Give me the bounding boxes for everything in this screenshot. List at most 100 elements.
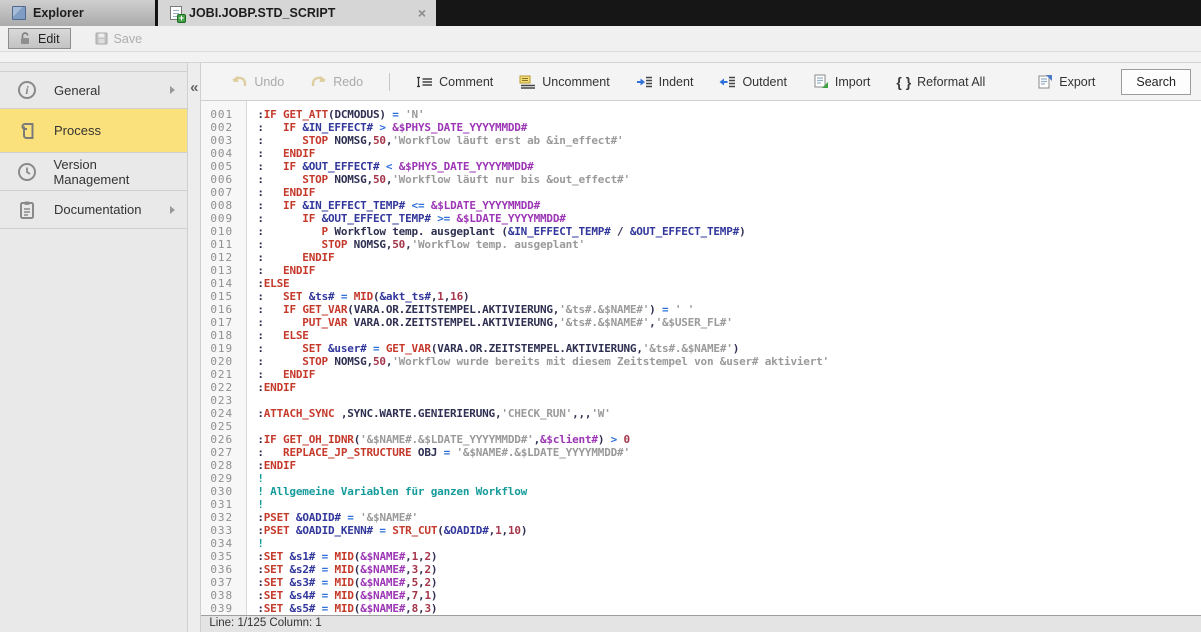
save-button[interactable]: Save — [85, 28, 153, 49]
toolbar-separator — [389, 72, 391, 91]
code-text: :SET &s3# = MID(&$NAME#,5,2) — [257, 576, 438, 589]
code-line[interactable]: 012 : ENDIF — [201, 251, 1201, 264]
code-line[interactable]: 013: ENDIF — [201, 264, 1201, 277]
code-text: :ENDIF — [257, 381, 296, 394]
info-icon: i — [16, 79, 38, 101]
code-text: : IF GET_VAR(VARA.OR.ZEITSTEMPEL.AKTIVIE… — [257, 303, 695, 316]
code-line[interactable]: 039 :SET &s5# = MID(&$NAME#,8,3) — [201, 602, 1201, 615]
comment-icon — [417, 76, 433, 87]
code-line[interactable]: 004: ENDIF — [201, 147, 1201, 160]
code-line[interactable]: 037:SET &s3# = MID(&$NAME#,5,2) — [201, 576, 1201, 589]
export-label: Export — [1059, 74, 1096, 89]
tab-explorer[interactable]: Explorer — [0, 0, 157, 26]
line-number: 019 — [210, 342, 234, 355]
uncomment-button[interactable]: Uncomment — [519, 75, 610, 89]
document-add-icon: + — [170, 6, 186, 23]
comment-label: Comment — [439, 74, 494, 89]
code-line[interactable]: 019: SET &user# = GET_VAR(VARA.OR.ZEITST… — [201, 342, 1201, 355]
line-number: 007 — [210, 186, 234, 199]
code-line[interactable]: 036:SET &s2# = MID(&$NAME#,3,2) — [201, 563, 1201, 576]
code-line[interactable]: 006: STOP NOMSG,50,'Workflow läuft nur b… — [201, 173, 1201, 186]
line-number: 015 — [210, 290, 234, 303]
code-line[interactable]: 032:PSET &OADID# = '&$NAME#' — [201, 511, 1201, 524]
import-icon — [814, 74, 828, 88]
code-text: :IF GET_OH_IDNR('&$NAME#.&$LDATE_YYYYMMD… — [257, 433, 630, 446]
line-number: 027 — [210, 446, 234, 459]
collapse-sidebar-icon[interactable]: « — [190, 79, 198, 96]
code-text: ! — [257, 472, 264, 485]
code-line[interactable]: 022 :ENDIF — [201, 381, 1201, 394]
code-line[interactable]: 038:SET &s4# = MID(&$NAME#,7,1) — [201, 589, 1201, 602]
code-line[interactable]: 034! — [201, 537, 1201, 550]
code-text: : IF &OUT_EFFECT_TEMP# >= &$LDATE_YYYYMM… — [257, 212, 566, 225]
indent-icon — [636, 76, 652, 87]
tab-script-label: JOBI.JOBP.STD_SCRIPT — [189, 6, 336, 20]
code-line[interactable]: 023 — [201, 394, 1201, 407]
code-line[interactable]: 033:PSET &OADID_KENN# = STR_CUT(&OADID#,… — [201, 524, 1201, 537]
code-line[interactable]: 024:ATTACH_SYNC ,SYNC.WARTE.GENIERIERUNG… — [201, 407, 1201, 420]
indent-label: Indent — [658, 74, 694, 89]
search-button[interactable]: Search — [1121, 68, 1191, 95]
code-line[interactable]: 007: ENDIF — [201, 186, 1201, 199]
code-text: :IF GET_ATT(DCMODUS) = 'N' — [257, 108, 425, 121]
code-line[interactable]: 030 ! Allgemeine Variablen für ganzen Wor… — [201, 485, 1201, 498]
code-text: :ATTACH_SYNC ,SYNC.WARTE.GENIERIERUNG,'C… — [257, 407, 611, 420]
code-line[interactable]: 028:ENDIF — [201, 459, 1201, 472]
code-text: : ENDIF — [257, 251, 335, 264]
outdent-button[interactable]: Outdent — [719, 75, 787, 89]
line-number: 036 — [210, 563, 234, 576]
code-line[interactable]: 015: SET &ts# = MID(&akt_ts#,1,16) — [201, 290, 1201, 303]
sidebar-item-general[interactable]: i General — [0, 71, 188, 109]
redo-button[interactable]: Redo — [310, 75, 363, 89]
tab-close-icon[interactable]: × — [418, 5, 426, 21]
line-number: 010 — [210, 225, 234, 238]
line-number: 035 — [210, 550, 234, 563]
code-line[interactable]: 025 — [201, 420, 1201, 433]
sidebar-item-process[interactable]: Process — [0, 109, 188, 153]
code-line[interactable]: 021: ENDIF — [201, 368, 1201, 381]
line-number: 029 — [210, 472, 234, 485]
reformat-all-button[interactable]: { } Reformat All — [896, 74, 985, 90]
code-line[interactable]: 020: STOP NOMSG,50,'Workflow wurde berei… — [201, 355, 1201, 368]
line-number: 012 — [210, 251, 234, 264]
code-line[interactable]: 029! — [201, 472, 1201, 485]
comment-button[interactable]: Comment — [416, 75, 493, 89]
import-button[interactable]: Import — [813, 74, 870, 89]
indent-button[interactable]: Indent — [636, 74, 694, 89]
code-text: :SET &s5# = MID(&$NAME#,8,3) — [257, 602, 438, 615]
tab-script[interactable]: + JOBI.JOBP.STD_SCRIPT × — [158, 0, 436, 26]
outdent-icon — [719, 76, 736, 87]
code-line[interactable]: 011: STOP NOMSG,50,'Workflow temp. ausge… — [201, 238, 1201, 251]
code-line[interactable]: 002: IF &IN_EFFECT# > &$PHYS_DATE_YYYYMM… — [201, 121, 1201, 134]
sidebar-item-documentation[interactable]: Documentation — [0, 191, 188, 229]
undo-button[interactable]: Undo — [231, 75, 284, 89]
code-line[interactable]: 035:SET &s1# = MID(&$NAME#,1,2) — [201, 550, 1201, 563]
code-line[interactable]: 031! — [201, 498, 1201, 511]
code-line[interactable]: 003: STOP NOMSG,50,'Workflow läuft erst … — [201, 134, 1201, 147]
code-line[interactable]: 017: PUT_VAR VARA.OR.ZEITSTEMPEL.AKTIVIE… — [201, 316, 1201, 329]
code-text: : IF &IN_EFFECT_TEMP# <= &$LDATE_YYYYMMD… — [257, 199, 540, 212]
sidebar-item-version-management[interactable]: Version Management — [0, 153, 188, 191]
redo-icon — [312, 75, 327, 86]
code-line[interactable]: 027: REPLACE_JP_STRUCTURE OBJ = '&$NAME#… — [201, 446, 1201, 459]
editor-toolbar: Undo Redo Comment Uncomment Indent Outde… — [201, 63, 1201, 101]
edit-toolbar: Edit Save — [0, 26, 1201, 52]
code-line[interactable]: 016: IF GET_VAR(VARA.OR.ZEITSTEMPEL.AKTI… — [201, 303, 1201, 316]
code-line[interactable]: 014:ELSE — [201, 277, 1201, 290]
code-editor[interactable]: 001:IF GET_ATT(DCMODUS) = 'N' 002: IF &IN… — [201, 101, 1201, 615]
line-number: 032 — [210, 511, 234, 524]
export-button[interactable]: Export — [1037, 74, 1095, 89]
line-number: 006 — [210, 173, 234, 186]
line-number: 022 — [210, 381, 234, 394]
line-number: 021 — [210, 368, 234, 381]
code-line[interactable]: 005: IF &OUT_EFFECT# < &$PHYS_DATE_YYYYM… — [201, 160, 1201, 173]
code-line[interactable]: 008: IF &IN_EFFECT_TEMP# <= &$LDATE_YYYY… — [201, 199, 1201, 212]
code-line[interactable]: 009: IF &OUT_EFFECT_TEMP# >= &$LDATE_YYY… — [201, 212, 1201, 225]
code-line[interactable]: 001:IF GET_ATT(DCMODUS) = 'N' — [201, 108, 1201, 121]
code-line[interactable]: 026:IF GET_OH_IDNR('&$NAME#.&$LDATE_YYYY… — [201, 433, 1201, 446]
code-line[interactable]: 018: ELSE — [201, 329, 1201, 342]
edit-button[interactable]: Edit — [8, 28, 71, 49]
line-number: 039 — [210, 602, 234, 615]
code-line[interactable]: 010: P Workflow temp. ausgeplant (&IN_EF… — [201, 225, 1201, 238]
